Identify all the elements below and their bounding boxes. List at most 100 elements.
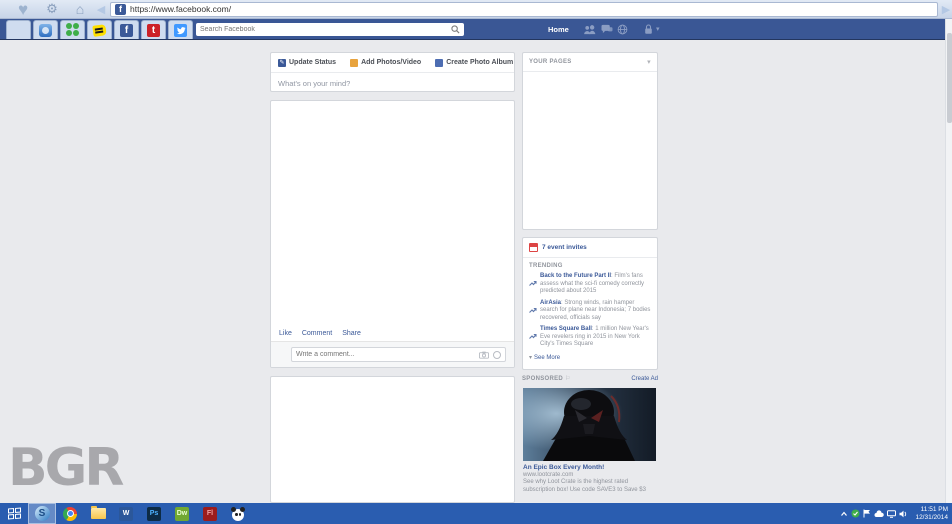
url-bar[interactable]: f: [110, 2, 938, 17]
browser-tab-strip: f t: [6, 20, 193, 39]
search-input[interactable]: [200, 26, 451, 33]
sponsored-header: SPONSORED⚐ Create Ad: [522, 375, 658, 382]
facebook-icon: f: [120, 24, 133, 37]
see-more-caret-icon: ▾: [529, 355, 532, 361]
bestbuy-icon: [92, 24, 106, 37]
gear-icon[interactable]: ⚙: [40, 1, 64, 17]
taskbar-browser-active[interactable]: S: [28, 503, 56, 524]
chevron-down-icon[interactable]: ▾: [656, 25, 660, 33]
display-icon[interactable]: [887, 510, 896, 518]
chevron-down-icon[interactable]: ▾: [647, 58, 651, 66]
see-more-link[interactable]: ▾See More: [523, 351, 657, 364]
trending-topic[interactable]: Times Square Ball: [540, 326, 592, 332]
photo-icon: [350, 59, 358, 67]
app-store-icon: [39, 24, 52, 37]
taskbar-file-explorer[interactable]: [84, 503, 112, 524]
up-caret-icon[interactable]: [840, 510, 848, 518]
trending-item[interactable]: AirAsia: Strong winds, rain hamper searc…: [523, 298, 657, 325]
taskbar-panda-app[interactable]: [224, 503, 252, 524]
dreamweaver-icon: Dw: [175, 507, 189, 521]
comment-box[interactable]: [291, 347, 506, 362]
smiley-icon[interactable]: [493, 351, 501, 359]
ad-title[interactable]: An Epic Box Every Month!: [523, 464, 657, 471]
tab-microsoft[interactable]: [6, 20, 31, 39]
create-album-label: Create Photo Album: [446, 59, 513, 66]
browser-icon: S: [35, 506, 50, 521]
globe-icon[interactable]: [617, 24, 628, 35]
comment-input[interactable]: [296, 351, 479, 358]
taskbar-word[interactable]: W: [112, 503, 140, 524]
trending-topic[interactable]: Back to the Future Part II: [540, 273, 611, 279]
trending-item[interactable]: Back to the Future Part II: Film's fans …: [523, 271, 657, 298]
feed-post-2: [270, 376, 515, 503]
tab-green-dots[interactable]: [60, 20, 85, 39]
post-actions: Like Comment Share: [271, 327, 514, 341]
search-icon[interactable]: [451, 25, 460, 34]
word-icon: W: [119, 507, 133, 521]
update-status-tab[interactable]: ✎ Update Status: [278, 59, 336, 67]
taskbar-apps: S W Ps Dw Fl: [0, 503, 252, 524]
twitter-icon: [174, 24, 187, 37]
page-scrollbar[interactable]: [945, 19, 952, 503]
back-arrow-icon[interactable]: ◀: [94, 3, 108, 16]
forward-arrow-icon[interactable]: ▶: [940, 3, 952, 16]
taskbar-dreamweaver[interactable]: Dw: [168, 503, 196, 524]
your-pages-card: YOUR PAGES ▾: [522, 52, 658, 230]
tab-twitter[interactable]: [168, 20, 193, 39]
home-icon[interactable]: ⌂: [68, 1, 92, 17]
system-tray: 11:51 PM 12/31/2014: [840, 506, 952, 522]
nav-home-link[interactable]: Home: [548, 25, 569, 34]
like-button[interactable]: Like: [279, 330, 292, 337]
friends-icon[interactable]: [583, 24, 596, 35]
folder-icon: [91, 508, 106, 519]
trending-item[interactable]: Times Square Ball: 1 million New Year's …: [523, 324, 657, 351]
ad-image-darth-vader[interactable]: [523, 388, 656, 461]
scrollbar-thumb[interactable]: [947, 33, 952, 123]
tab-tumblr[interactable]: t: [141, 20, 166, 39]
url-input[interactable]: [130, 4, 933, 14]
cloud-icon[interactable]: [874, 510, 884, 518]
windows-logo-icon: [8, 508, 21, 520]
calendar-icon: [529, 243, 538, 252]
add-photos-label: Add Photos/Video: [361, 59, 421, 66]
camera-icon[interactable]: [479, 351, 489, 359]
share-button[interactable]: Share: [342, 330, 361, 337]
event-invites-row[interactable]: 7 event invites: [523, 238, 657, 258]
feed-post: Like Comment Share: [270, 100, 515, 368]
facebook-page: ✎ Update Status Add Photos/Video Create …: [0, 40, 952, 503]
flash-icon: Fl: [203, 507, 217, 521]
taskbar-clock[interactable]: 11:51 PM 12/31/2014: [915, 506, 948, 522]
tab-app-store[interactable]: [33, 20, 58, 39]
trending-arrow-icon: [529, 273, 537, 296]
your-pages-label: YOUR PAGES: [529, 59, 572, 65]
tab-bestbuy[interactable]: [87, 20, 112, 39]
green-dots-icon: [66, 23, 80, 37]
composer-tabs: ✎ Update Status Add Photos/Video Create …: [271, 53, 514, 72]
megaphone-icon: ⚐: [565, 376, 570, 382]
trending-topic[interactable]: AirAsia: [540, 300, 561, 306]
facebook-search-bar[interactable]: [196, 23, 464, 36]
flag-icon[interactable]: [863, 509, 871, 518]
lock-icon[interactable]: [644, 24, 653, 35]
event-invites-link[interactable]: 7 event invites: [542, 244, 587, 251]
start-button[interactable]: [0, 503, 28, 524]
messages-icon[interactable]: [601, 24, 613, 35]
volume-icon[interactable]: [899, 510, 908, 518]
taskbar-flash[interactable]: Fl: [196, 503, 224, 524]
tumblr-icon: t: [147, 24, 160, 37]
status-input[interactable]: What's on your mind?: [271, 72, 514, 92]
album-icon: [435, 59, 443, 67]
create-ad-link[interactable]: Create Ad: [631, 376, 658, 382]
tab-facebook[interactable]: f: [114, 20, 139, 39]
create-album-tab[interactable]: Create Photo Album: [435, 59, 513, 67]
bgr-watermark: BGR: [8, 438, 121, 498]
comment-button[interactable]: Comment: [302, 330, 332, 337]
taskbar-photoshop[interactable]: Ps: [140, 503, 168, 524]
pencil-icon: ✎: [278, 59, 286, 67]
facebook-navbar: f t Home ▾: [0, 19, 952, 40]
add-photos-tab[interactable]: Add Photos/Video: [350, 59, 421, 67]
taskbar-chrome[interactable]: [56, 503, 84, 524]
screen: ♥ ⚙ ⌂ ◀ f ▶ f t: [0, 0, 952, 524]
update-check-icon[interactable]: [851, 509, 860, 518]
heart-icon[interactable]: ♥: [12, 1, 34, 18]
